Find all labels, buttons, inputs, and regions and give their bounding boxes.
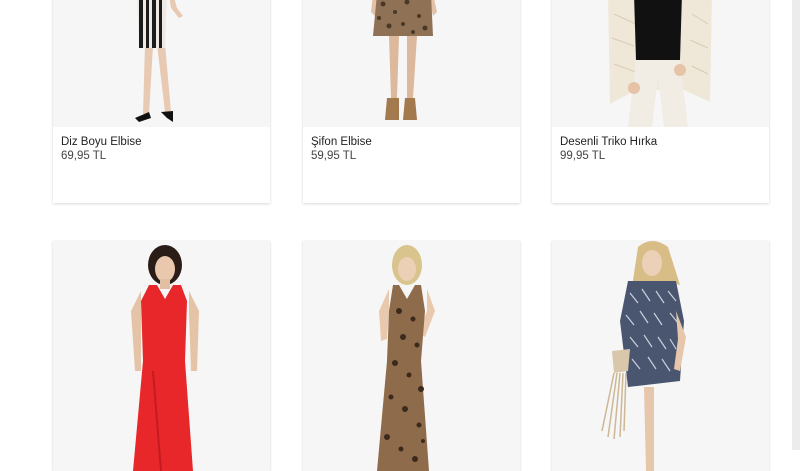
product-image[interactable] — [552, 0, 769, 127]
product-image[interactable] — [53, 241, 270, 471]
product-image[interactable] — [303, 241, 520, 471]
product-price: 59,95 TL — [311, 150, 357, 162]
page-scrollbar[interactable] — [792, 0, 800, 450]
product-name[interactable]: Şifon Elbise — [311, 135, 512, 149]
product-card[interactable] — [552, 241, 769, 471]
product-card[interactable] — [53, 241, 270, 471]
product-image[interactable] — [303, 0, 520, 127]
product-card[interactable]: Şifon Elbise 59,95 TL — [303, 0, 520, 203]
product-card[interactable] — [303, 241, 520, 471]
product-name[interactable]: Diz Boyu Elbise — [61, 135, 262, 149]
product-price: 99,95 TL — [560, 150, 606, 162]
product-price: 69,95 TL — [61, 150, 107, 162]
product-name[interactable]: Desenli Triko Hırka — [560, 135, 761, 149]
product-image[interactable] — [552, 241, 769, 471]
product-image[interactable] — [53, 0, 270, 127]
product-card[interactable]: Diz Boyu Elbise 69,95 TL — [53, 0, 270, 203]
product-card[interactable]: Desenli Triko Hırka 99,95 TL — [552, 0, 769, 203]
